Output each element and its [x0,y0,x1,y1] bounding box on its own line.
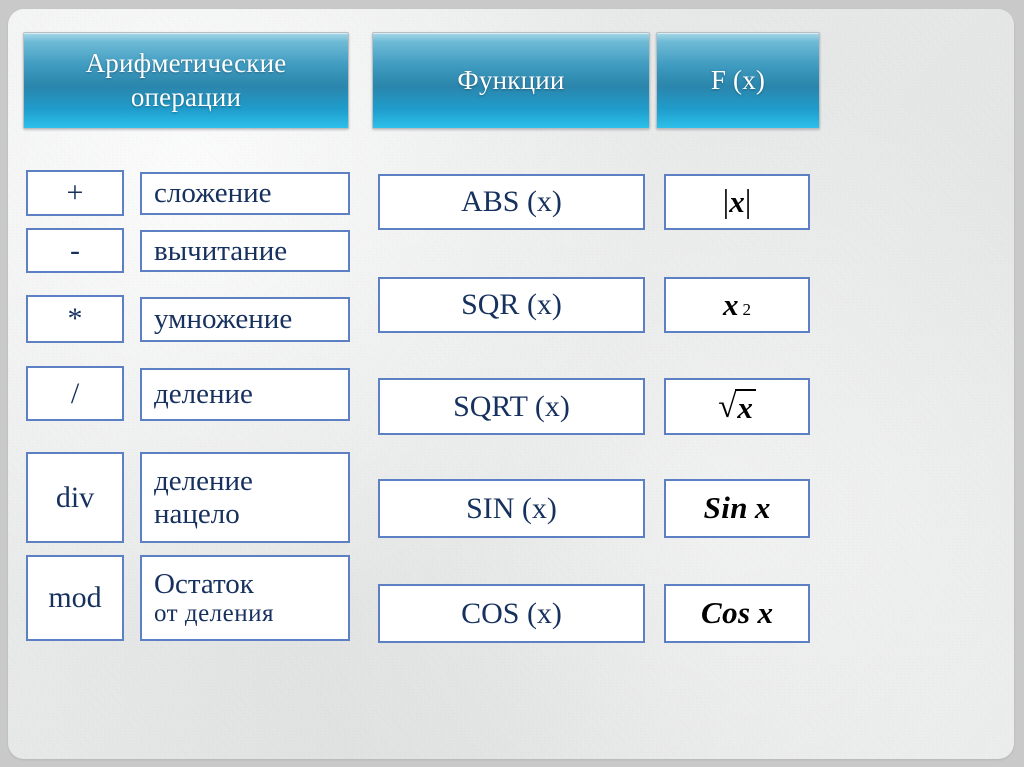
math-sqrt: √ x [718,388,756,426]
operator-symbol-minus: - [26,228,124,273]
operator-description-minus: вычитание [140,230,350,272]
operator-description-mod-line1: Остаток [154,567,254,600]
function-name-abs: ABS (x) [378,174,645,230]
fx-expression-square: x2 [664,277,810,333]
operator-symbol-asterisk: * [26,295,124,343]
header-fx: F (x) [656,32,820,129]
math-abs: | x | [723,184,752,221]
operator-description-div: деление нацело [140,452,350,543]
header-arithmetic-operations: Арифметические операции [23,32,349,129]
fx-expression-sqrt: √ x [664,378,810,435]
slide-root: Арифметические операции Функции F (x) + … [0,0,1024,767]
square-variable: x [723,286,739,322]
sin-argument: x [754,490,771,526]
operator-description-plus: сложение [140,172,350,215]
abs-bar-right: | [744,183,752,220]
sqrt-radicand: x [735,388,756,426]
cos-argument: x [757,595,773,631]
math-cos: Cos x [701,595,773,631]
operator-description-div-line2: нацело [154,497,240,530]
sin-name: Sin [703,490,748,526]
operator-symbol-mod: mod [26,555,124,641]
cos-name: Cos [701,595,751,631]
operator-description-div-text: деление нацело [154,465,253,530]
operator-description-mod-line2: от деления [154,600,274,628]
operator-description-div-line1: деление [154,465,253,498]
fx-expression-cos: Cos x [664,584,810,643]
function-name-sin: SIN (x) [378,479,645,538]
operator-description-slash: деление [140,368,350,421]
function-name-sqr: SQR (x) [378,277,645,333]
operator-symbol-div: div [26,452,124,543]
operator-symbol-slash: / [26,366,124,421]
header-functions: Функции [372,32,650,129]
square-exponent: 2 [742,299,752,319]
operator-description-mod: Остаток от деления [140,555,350,641]
math-square: x2 [723,286,752,323]
function-name-sqrt: SQRT (x) [378,378,645,435]
math-sin: Sin x [703,490,771,526]
fx-expression-sin: Sin x [664,479,810,538]
abs-variable: x [729,183,745,219]
operator-symbol-plus: + [26,170,124,216]
function-name-cos: COS (x) [378,584,645,643]
radical-sign-icon: √ [718,388,737,425]
fx-expression-abs: | x | [664,174,810,230]
operator-description-asterisk: умножение [140,297,350,342]
operator-description-mod-text: Остаток от деления [154,568,274,628]
